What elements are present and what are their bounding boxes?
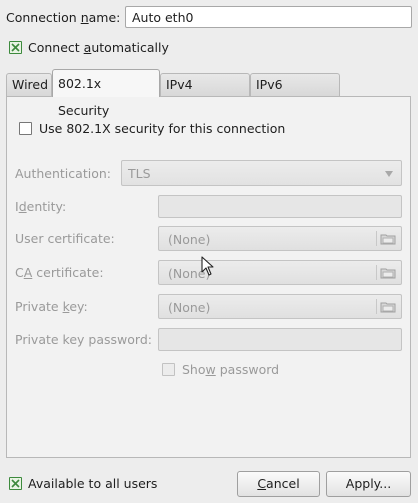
available-to-all-users-label: Available to all users (28, 476, 158, 491)
separator (376, 299, 377, 314)
separator (376, 265, 377, 280)
user-certificate-chooser[interactable]: (None) (158, 226, 402, 251)
available-to-all-users-checkbox[interactable] (9, 477, 22, 490)
authentication-label: Authentication: (15, 166, 111, 181)
user-certificate-label: User certificate: (15, 231, 115, 246)
private-key-chooser[interactable]: (None) (158, 294, 402, 319)
authentication-combo[interactable]: TLS (121, 160, 402, 186)
mouse-pointer-icon (201, 256, 214, 276)
triangle-down-icon (385, 171, 393, 177)
show-password-label: Show password (182, 362, 280, 377)
authentication-value: TLS (128, 166, 151, 181)
separator (376, 231, 377, 246)
identity-input[interactable] (158, 195, 402, 218)
user-certificate-value: (None) (168, 232, 211, 247)
cancel-button[interactable]: Cancel (237, 471, 320, 497)
use-8021x-label: Use 802.1X security for this connection (39, 121, 286, 136)
ca-certificate-chooser[interactable]: (None) (158, 260, 402, 285)
folder-icon (380, 302, 396, 313)
use-8021x-checkbox[interactable] (19, 122, 32, 135)
private-key-value: (None) (168, 300, 211, 315)
folder-icon (380, 268, 396, 279)
private-key-password-input[interactable] (158, 328, 402, 351)
apply-button[interactable]: Apply... (326, 471, 411, 497)
folder-icon (380, 234, 396, 245)
private-key-password-label: Private key password: (15, 332, 152, 347)
identity-label: Identity: (15, 199, 67, 214)
check-icon (11, 479, 20, 488)
show-password-checkbox[interactable] (162, 363, 175, 376)
ca-certificate-label: CA certificate: (15, 265, 104, 280)
private-key-label: Private key: (15, 299, 88, 314)
